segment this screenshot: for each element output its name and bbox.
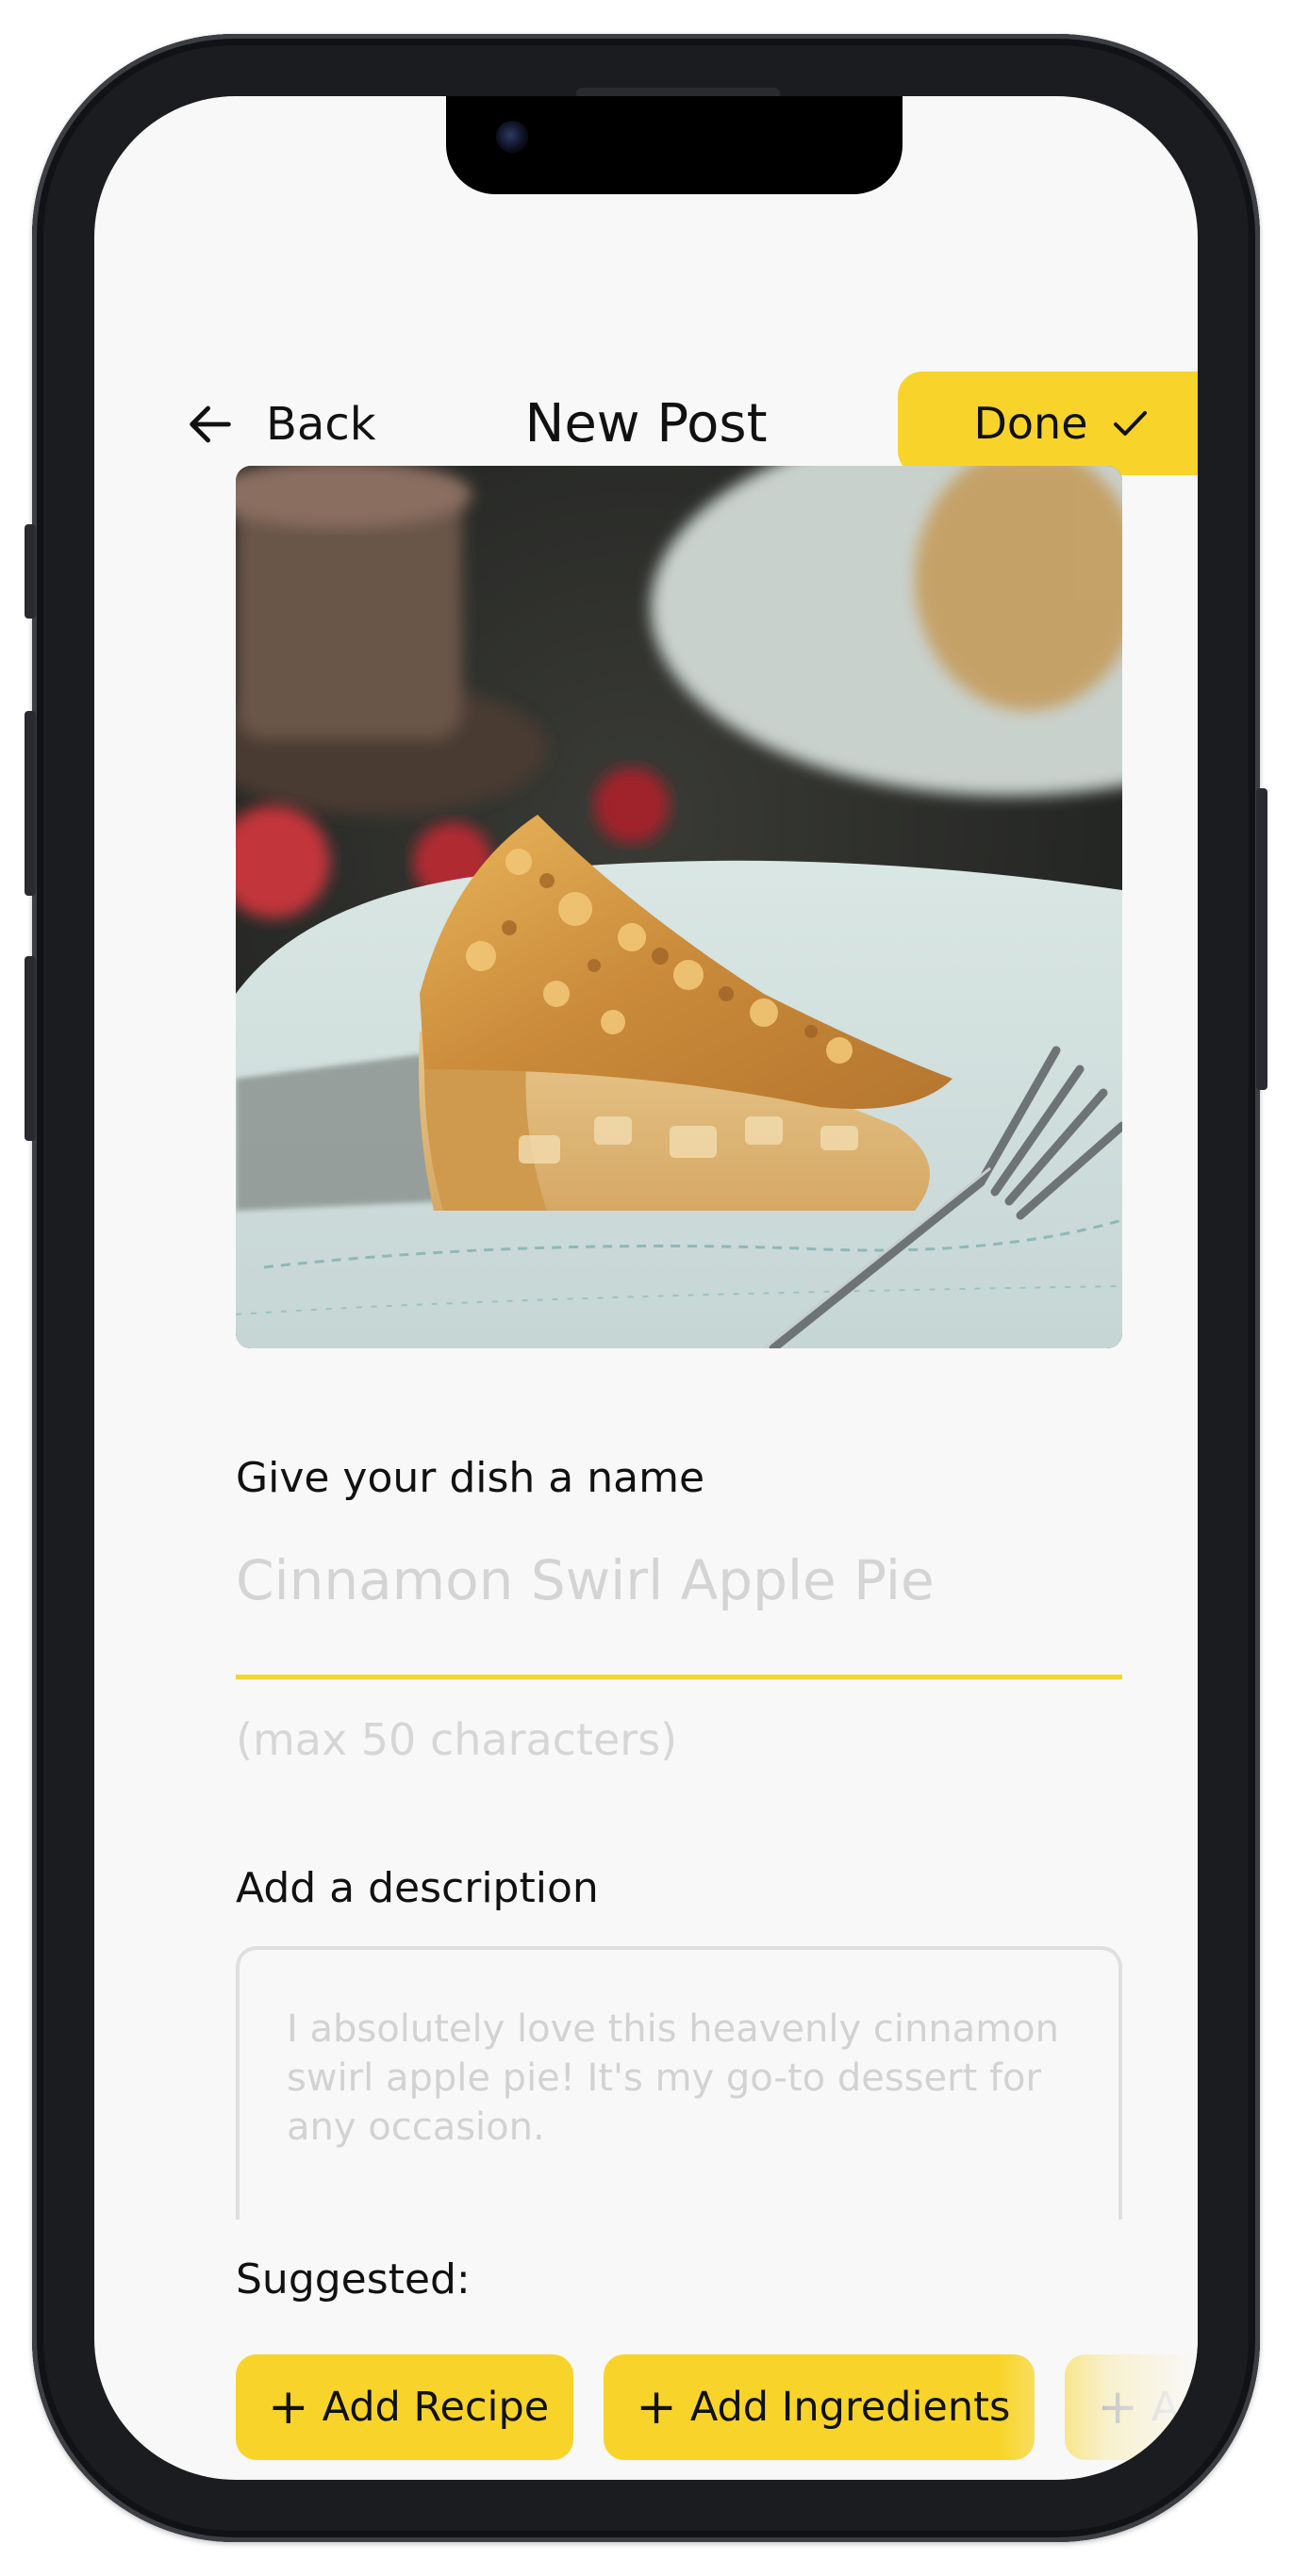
notch <box>446 96 903 194</box>
chip-label: Add Ingredients <box>689 2384 1011 2431</box>
volume-up-button <box>25 711 36 896</box>
phone-frame: Back New Post Done Give your dish a name… <box>25 34 1267 2542</box>
back-button[interactable]: Back <box>183 390 376 458</box>
checkmark-icon <box>1113 411 1147 436</box>
plus-icon: + <box>1097 2379 1138 2436</box>
dish-name-hint: (max 50 characters) <box>236 1714 678 1765</box>
plus-icon: + <box>268 2379 309 2436</box>
power-button <box>1256 788 1267 1090</box>
done-label: Done <box>973 398 1088 449</box>
dish-photo[interactable] <box>236 466 1122 1348</box>
add-more-button[interactable]: + Add P <box>1065 2354 1198 2460</box>
chip-label: Add P <box>1151 2384 1198 2431</box>
apple-pie-image <box>236 466 1122 1348</box>
add-recipe-button[interactable]: + Add Recipe <box>236 2354 574 2460</box>
dish-name-input[interactable] <box>236 1541 1122 1620</box>
dish-name-underline <box>236 1675 1122 1679</box>
dish-name-label: Give your dish a name <box>236 1454 705 1502</box>
suggested-chips: + Add Recipe + Add Ingredients + Add P <box>236 2354 1198 2460</box>
description-label: Add a description <box>236 1864 599 1912</box>
done-button[interactable]: Done <box>898 372 1198 475</box>
add-ingredients-button[interactable]: + Add Ingredients <box>604 2354 1035 2460</box>
volume-down-button <box>25 956 36 1141</box>
back-label: Back <box>266 398 376 451</box>
plus-icon: + <box>636 2379 677 2436</box>
chip-label: Add Recipe <box>322 2384 550 2431</box>
arrow-left-icon <box>190 405 231 443</box>
app-screen: Back New Post Done Give your dish a name… <box>94 96 1198 2480</box>
suggested-label: Suggested: <box>236 2255 471 2304</box>
front-camera <box>496 121 528 153</box>
silent-switch <box>25 524 36 619</box>
description-field[interactable] <box>236 1946 1122 2220</box>
